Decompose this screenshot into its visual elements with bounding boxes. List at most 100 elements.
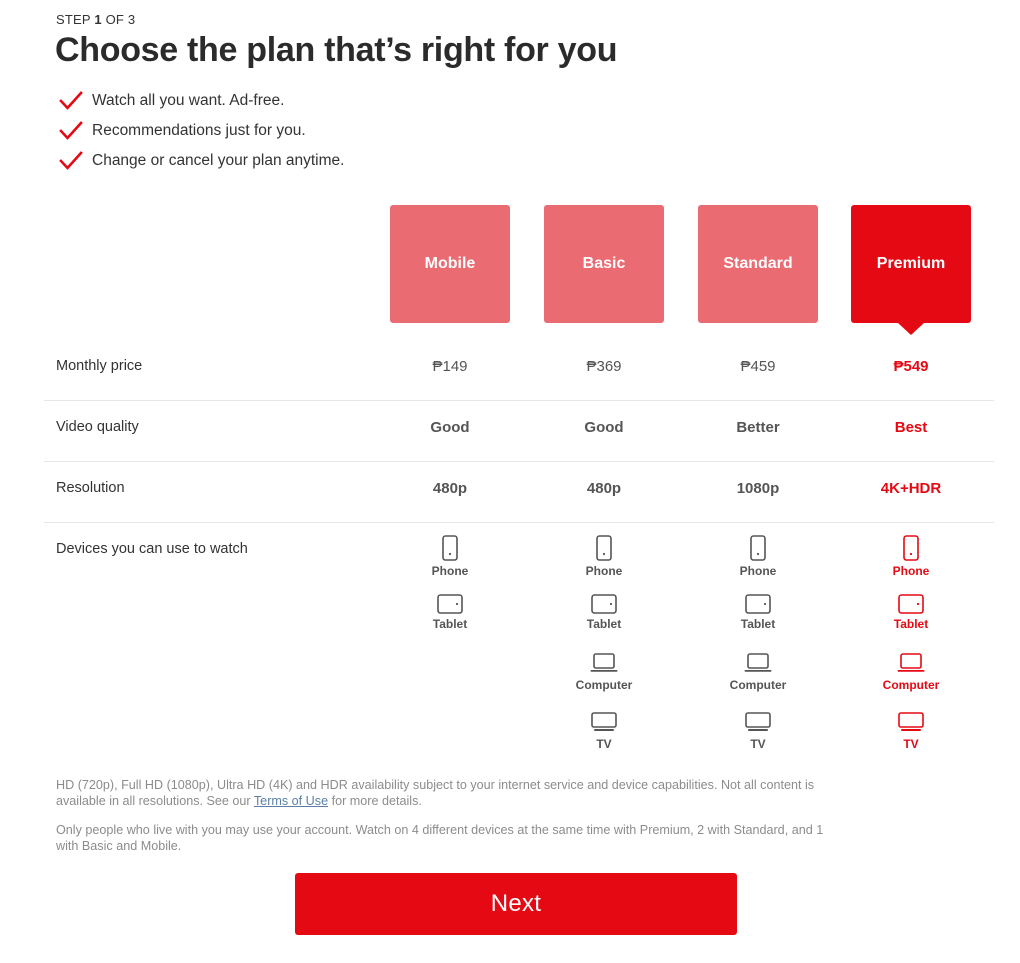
- plan-cards: Mobile Basic Standard Premium: [0, 205, 1020, 340]
- benefit-text: Watch all you want. Ad-free.: [92, 92, 285, 109]
- device-label: TV: [903, 737, 919, 751]
- plan-card-label: Premium: [876, 255, 946, 272]
- device-phone: Phone: [385, 535, 515, 594]
- cell-price-standard: ₱459: [740, 358, 776, 375]
- row-label: Monthly price: [56, 358, 143, 374]
- table-row-resolution: Resolution 480p 480p 1080p 4K+HDR: [44, 462, 994, 523]
- device-label: Computer: [729, 678, 787, 692]
- device-label: Phone: [585, 564, 623, 578]
- footnote-resolutions: HD (720p), Full HD (1080p), Ultra HD (4K…: [56, 778, 846, 809]
- device-tv: TV: [539, 712, 669, 771]
- footnote-text-after: for more details.: [328, 793, 422, 808]
- tablet-icon: [745, 594, 771, 614]
- device-phone: Phone: [539, 535, 669, 594]
- benefits-list: Watch all you want. Ad-free. Recommendat…: [56, 86, 344, 176]
- computer-icon: [744, 653, 772, 675]
- device-label: Tablet: [740, 617, 776, 631]
- phone-icon: [442, 535, 458, 561]
- tv-icon: [744, 712, 772, 734]
- device-label: Computer: [575, 678, 633, 692]
- selected-pointer: [898, 323, 924, 335]
- device-label: Tablet: [893, 617, 929, 631]
- device-label: Tablet: [432, 617, 468, 631]
- terms-of-use-link[interactable]: Terms of Use: [254, 794, 328, 808]
- plan-comparison-table: Monthly price ₱149 ₱369 ₱459 ₱549 Video …: [44, 340, 994, 771]
- device-tablet: Tablet: [693, 594, 823, 653]
- row-label: Video quality: [56, 419, 139, 435]
- cell-quality-basic: Good: [584, 419, 624, 436]
- list-item: Recommendations just for you.: [56, 116, 344, 146]
- table-row-devices: Devices you can use to watch Phone Tablet…: [44, 523, 994, 771]
- table-row-video-quality: Video quality Good Good Better Best: [44, 401, 994, 462]
- plan-card-premium[interactable]: Premium: [851, 205, 971, 335]
- cell-resolution-mobile: 480p: [432, 480, 468, 497]
- cell-price-premium: ₱549: [893, 358, 929, 375]
- device-computer: Computer: [846, 653, 976, 712]
- next-button[interactable]: Next: [295, 873, 737, 935]
- benefit-text: Recommendations just for you.: [92, 122, 306, 139]
- computer-icon: [897, 653, 925, 675]
- check-icon: [56, 90, 86, 112]
- device-phone: Phone: [693, 535, 823, 594]
- tablet-icon: [898, 594, 924, 614]
- tablet-icon: [437, 594, 463, 614]
- cell-resolution-basic: 480p: [586, 480, 622, 497]
- device-computer: Computer: [539, 653, 669, 712]
- phone-icon: [750, 535, 766, 561]
- plan-card-label: Standard: [723, 255, 793, 272]
- device-label: Tablet: [586, 617, 622, 631]
- row-label: Devices you can use to watch: [56, 541, 248, 557]
- plan-card-standard[interactable]: Standard: [698, 205, 818, 323]
- cell-quality-standard: Better: [736, 419, 780, 436]
- device-column-premium: Phone Tablet Computer TV: [846, 535, 976, 771]
- device-column-standard: Phone Tablet Computer TV: [693, 535, 823, 771]
- device-column-basic: Phone Tablet Computer TV: [539, 535, 669, 771]
- plan-selection-page: STEP 1 OF 3 Choose the plan that’s right…: [0, 0, 1020, 963]
- device-tablet: Tablet: [539, 594, 669, 653]
- device-column-mobile: Phone Tablet: [385, 535, 515, 653]
- page-title: Choose the plan that’s right for you: [55, 31, 618, 69]
- footnote-household: Only people who live with you may use yo…: [56, 823, 824, 853]
- device-label: Computer: [882, 678, 940, 692]
- plan-card-mobile[interactable]: Mobile: [390, 205, 510, 323]
- benefit-text: Change or cancel your plan anytime.: [92, 152, 345, 169]
- tv-icon: [590, 712, 618, 734]
- device-phone: Phone: [846, 535, 976, 594]
- plan-card-basic[interactable]: Basic: [544, 205, 664, 323]
- list-item: Change or cancel your plan anytime.: [56, 146, 344, 176]
- cell-price-basic: ₱369: [586, 358, 622, 375]
- cell-quality-mobile: Good: [430, 419, 470, 436]
- device-label: Phone: [739, 564, 777, 578]
- check-icon: [56, 120, 86, 142]
- footnotes: HD (720p), Full HD (1080p), Ultra HD (4K…: [56, 778, 846, 868]
- device-label: Phone: [892, 564, 930, 578]
- device-label: TV: [596, 737, 612, 751]
- step-indicator: STEP 1 OF 3: [56, 12, 135, 27]
- device-tv: TV: [846, 712, 976, 771]
- device-tv: TV: [693, 712, 823, 771]
- tablet-icon: [591, 594, 617, 614]
- step-current: 1: [94, 12, 102, 27]
- step-prefix: STEP: [56, 12, 95, 27]
- cell-price-mobile: ₱149: [432, 358, 468, 375]
- device-computer: Computer: [693, 653, 823, 712]
- list-item: Watch all you want. Ad-free.: [56, 86, 344, 116]
- device-tablet: Tablet: [846, 594, 976, 653]
- device-tablet: Tablet: [385, 594, 515, 653]
- phone-icon: [903, 535, 919, 561]
- device-label: TV: [750, 737, 766, 751]
- device-label: Phone: [431, 564, 469, 578]
- check-icon: [56, 150, 86, 172]
- plan-card-label: Mobile: [424, 255, 476, 272]
- computer-icon: [590, 653, 618, 675]
- plan-card-label: Basic: [582, 255, 626, 272]
- step-suffix: OF 3: [101, 12, 136, 27]
- cell-resolution-premium: 4K+HDR: [880, 480, 942, 497]
- tv-icon: [897, 712, 925, 734]
- cell-resolution-standard: 1080p: [736, 480, 780, 497]
- table-row-monthly-price: Monthly price ₱149 ₱369 ₱459 ₱549: [44, 340, 994, 401]
- cell-quality-premium: Best: [894, 419, 928, 436]
- footnote-text-before: HD (720p), Full HD (1080p), Ultra HD (4K…: [56, 778, 815, 808]
- row-label: Resolution: [56, 480, 125, 496]
- phone-icon: [596, 535, 612, 561]
